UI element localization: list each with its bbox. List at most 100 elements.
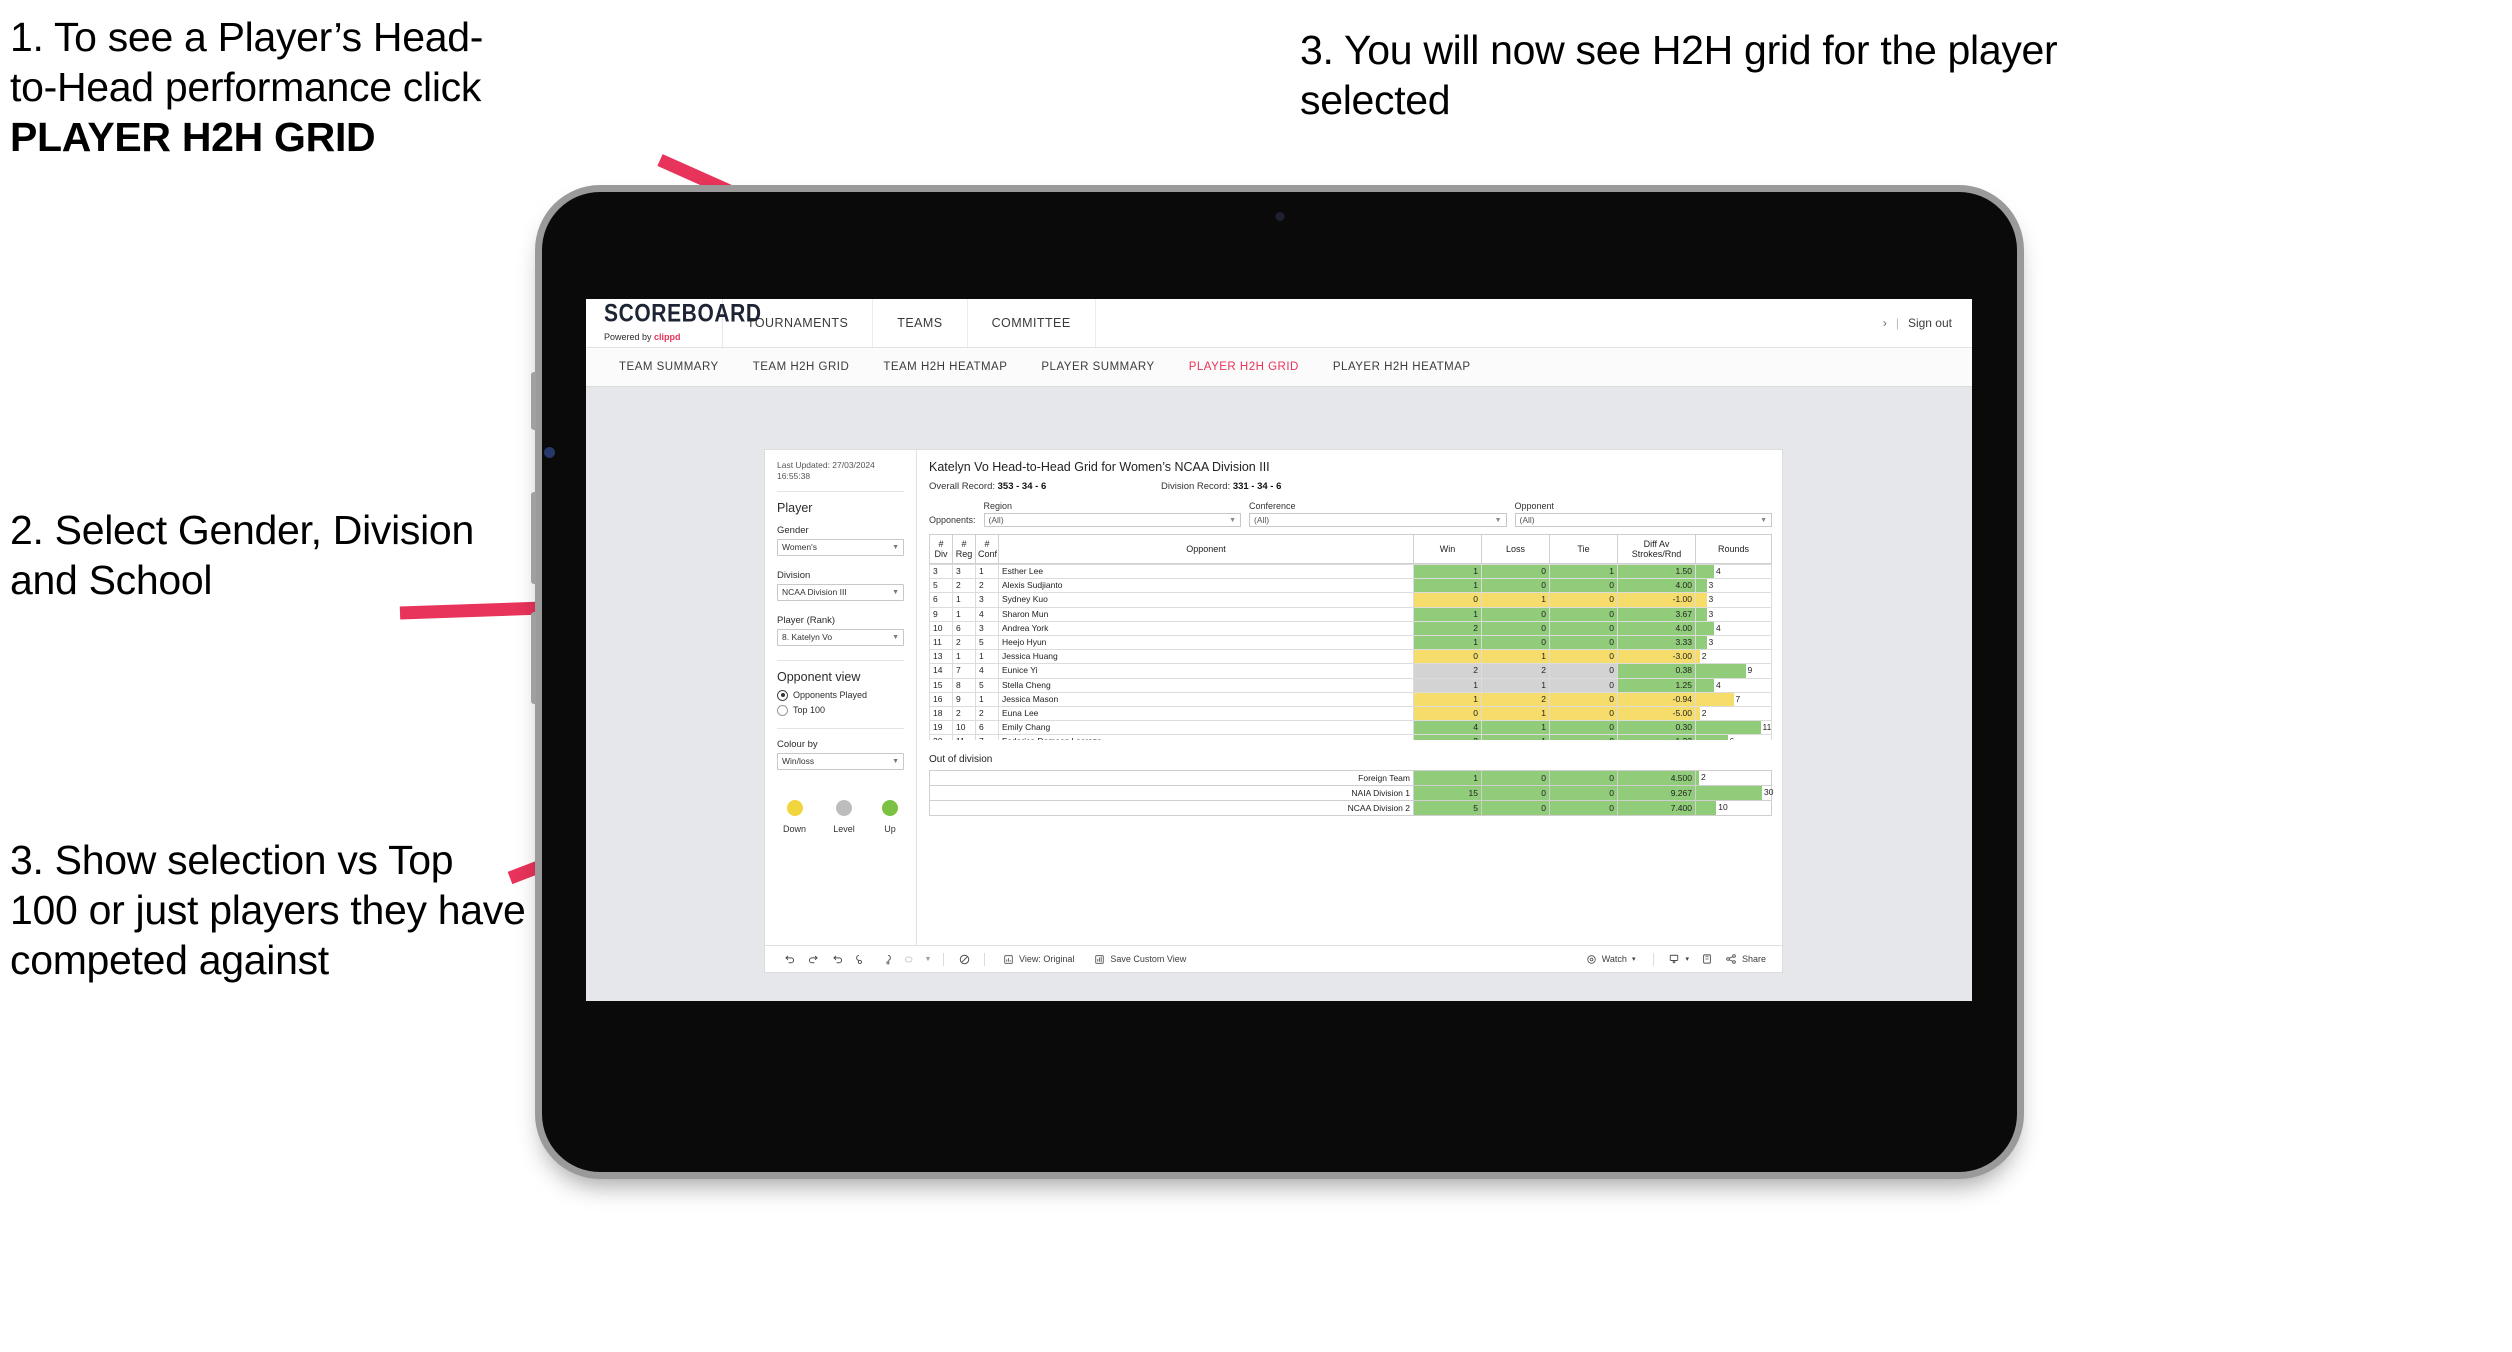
cell-tie: 0 (1549, 606, 1618, 622)
revert-icon[interactable] (825, 953, 849, 966)
table-row[interactable]: 14 7 4 Eunice Yi 2 2 0 0.38 9 (929, 663, 1772, 679)
table-row[interactable]: 3 3 1 Esther Lee 1 0 1 1.50 4 (929, 564, 1772, 580)
logo-wordmark: SCOREBOARD (604, 299, 762, 327)
cell-tie: 0 (1549, 663, 1618, 679)
table-row[interactable]: 6 1 3 Sydney Kuo 0 1 0 -1.00 3 (929, 592, 1772, 608)
table-row[interactable]: 11 2 5 Heejo Hyun 1 0 0 3.33 3 (929, 635, 1772, 651)
col-div[interactable]: # Div (929, 534, 953, 564)
table-row[interactable]: 9 1 4 Sharon Mun 1 0 0 3.67 3 (929, 606, 1772, 622)
out-of-division-row[interactable]: NAIA Division 1 15 0 0 9.267 30 (929, 785, 1773, 801)
colour-by-select[interactable]: Win/loss ▼ (777, 752, 904, 770)
cell-rounds: 6 (1695, 734, 1772, 740)
table-header-row: # Div # Reg # Conf Opponent Win Loss Tie Di… (929, 534, 1772, 564)
tab-player-h2h-grid[interactable]: PLAYER H2H GRID (1172, 361, 1316, 373)
colour-legend: Down Level Up (777, 799, 904, 834)
cell-reg: 11 (952, 734, 976, 740)
device-button-power[interactable] (531, 372, 536, 430)
view-original-button[interactable]: View: Original (993, 954, 1084, 965)
divider: | (1895, 316, 1899, 330)
col-diff-av[interactable]: Diff Av Strokes/Rnd (1617, 534, 1696, 564)
cell-conf: 4 (975, 663, 999, 679)
app-logo[interactable]: SCOREBOARD Powered by clippd (586, 299, 762, 347)
download-button[interactable]: ▾ (1662, 953, 1695, 965)
overall-record-value: 353 - 34 - 6 (997, 481, 1047, 492)
reset-filters-icon[interactable] (952, 953, 976, 966)
cell-conf: 3 (975, 592, 999, 608)
conference-filter-select[interactable]: (All) ▼ (1249, 513, 1507, 527)
divider (984, 952, 985, 966)
col-diff-line1: Diff Av (1643, 538, 1670, 549)
cell-rounds: 3 (1695, 606, 1772, 622)
opponent-filter-caption: Opponent (1514, 501, 1555, 511)
chevron-right-icon[interactable]: › (1883, 316, 1887, 330)
front-camera-icon (1275, 212, 1284, 221)
filter-section-title: Player (777, 500, 813, 515)
table-row[interactable]: 13 1 1 Jessica Huang 0 1 0 -3.00 2 (929, 649, 1772, 665)
radio-opponents-played[interactable]: Opponents Played (777, 689, 904, 701)
division-filter-select[interactable]: NCAA Division III ▼ (777, 583, 904, 601)
gender-filter-select[interactable]: Women's ▼ (777, 538, 904, 556)
col-rounds[interactable]: Rounds (1695, 534, 1772, 564)
logo-tagline-prefix: Powered by (604, 331, 655, 342)
tab-team-h2h-heatmap[interactable]: TEAM H2H HEATMAP (866, 361, 1024, 373)
col-loss[interactable]: Loss (1481, 534, 1550, 564)
annotation-step-1: 1. To see a Player’s Head- to-Head perfo… (10, 12, 740, 162)
cell-win: 0 (1413, 706, 1482, 722)
opponent-filter-select[interactable]: (All) ▼ (1514, 513, 1772, 527)
fullscreen-icon[interactable] (1695, 953, 1719, 965)
opponent-filter-row: Opponents: Region (All) ▼ Conference (Al… (929, 501, 1772, 527)
watch-button[interactable]: Watch ▾ (1576, 954, 1646, 965)
device-button-volume-down[interactable] (531, 612, 536, 704)
colour-by-value: Win/loss (782, 756, 815, 767)
radio-top-100[interactable]: Top 100 (777, 704, 904, 716)
player-filter-select[interactable]: 8. Katelyn Vo ▼ (777, 628, 904, 646)
tab-player-h2h-heatmap[interactable]: PLAYER H2H HEATMAP (1316, 361, 1488, 373)
cell-div: 10 (929, 620, 953, 637)
table-row[interactable]: 10 6 3 Andrea York 2 0 0 4.00 4 (929, 620, 1772, 637)
share-button[interactable]: Share (1719, 953, 1770, 965)
top-nav-committee[interactable]: COMMITTEE (968, 299, 1096, 347)
tab-player-summary[interactable]: PLAYER SUMMARY (1024, 361, 1171, 373)
refresh-data-icon[interactable] (849, 953, 873, 966)
top-nav-teams[interactable]: TEAMS (873, 299, 968, 347)
save-custom-view-button[interactable]: Save Custom View (1084, 954, 1196, 965)
cell-opponent: Emily Chang (998, 720, 1414, 736)
cell-tie: 0 (1549, 649, 1618, 665)
chevron-down-icon[interactable]: ▼ (921, 956, 935, 963)
cell-win: 2 (1413, 734, 1482, 740)
col-tie[interactable]: Tie (1549, 534, 1618, 564)
region-filter-select[interactable]: (All) ▼ (983, 513, 1242, 527)
sign-out-link[interactable]: Sign out (1908, 316, 1952, 330)
cell-win: 1 (1413, 564, 1482, 580)
pause-updates-icon[interactable] (873, 953, 897, 966)
col-conf[interactable]: # Conf (975, 534, 999, 564)
col-reg[interactable]: # Reg (952, 534, 976, 564)
col-opponent[interactable]: Opponent (998, 534, 1414, 564)
table-row[interactable]: 16 9 1 Jessica Mason 1 2 0 -0.94 7 (929, 691, 1772, 708)
table-row[interactable]: 15 8 5 Stella Cheng 1 1 0 1.25 4 (929, 677, 1772, 693)
cell-loss: 0 (1481, 606, 1550, 622)
cell-div: 14 (929, 663, 953, 679)
logo-tagline-brand: clippd (654, 331, 681, 342)
divider (1653, 952, 1655, 966)
h2h-table-scroll-region[interactable]: 3 3 1 Esther Lee 1 0 1 1.50 4 5 2 2 Alexis Sudjianto… (929, 564, 1772, 740)
table-row[interactable]: 18 2 2 Euna Lee 0 1 0 -5.00 2 (929, 706, 1772, 722)
cell-div: 11 (929, 635, 953, 651)
table-row[interactable]: 20117Federica Domecq Lacroze2101.33 6 (929, 734, 1772, 740)
table-row[interactable]: 5 2 2 Alexis Sudjianto 1 0 0 4.00 3 (929, 578, 1772, 594)
cell-tie: 0 (1549, 578, 1618, 594)
table-row[interactable]: 19 10 6 Emily Chang 4 1 0 0.30 11 (929, 720, 1772, 736)
cell-opponent: Stella Cheng (998, 677, 1414, 693)
out-of-division-row[interactable]: NCAA Division 2 5 0 0 7.400 10 (929, 800, 1772, 816)
tab-team-h2h-grid[interactable]: TEAM H2H GRID (736, 361, 867, 373)
tablet-device-frame: SCOREBOARD Powered by clippd TOURNAMENTS… (531, 192, 2017, 1172)
legend-item-level: Level (833, 799, 855, 834)
region-filter-value: (All) (988, 515, 1004, 525)
device-button-volume-up[interactable] (531, 492, 536, 584)
redo-icon[interactable] (801, 953, 825, 966)
highlight-icon[interactable] (897, 953, 921, 966)
out-of-division-row[interactable]: Foreign Team 1 0 0 4.500 2 (929, 770, 1772, 786)
undo-icon[interactable] (777, 953, 801, 966)
col-win[interactable]: Win (1413, 534, 1482, 564)
tab-team-summary[interactable]: TEAM SUMMARY (602, 361, 736, 373)
